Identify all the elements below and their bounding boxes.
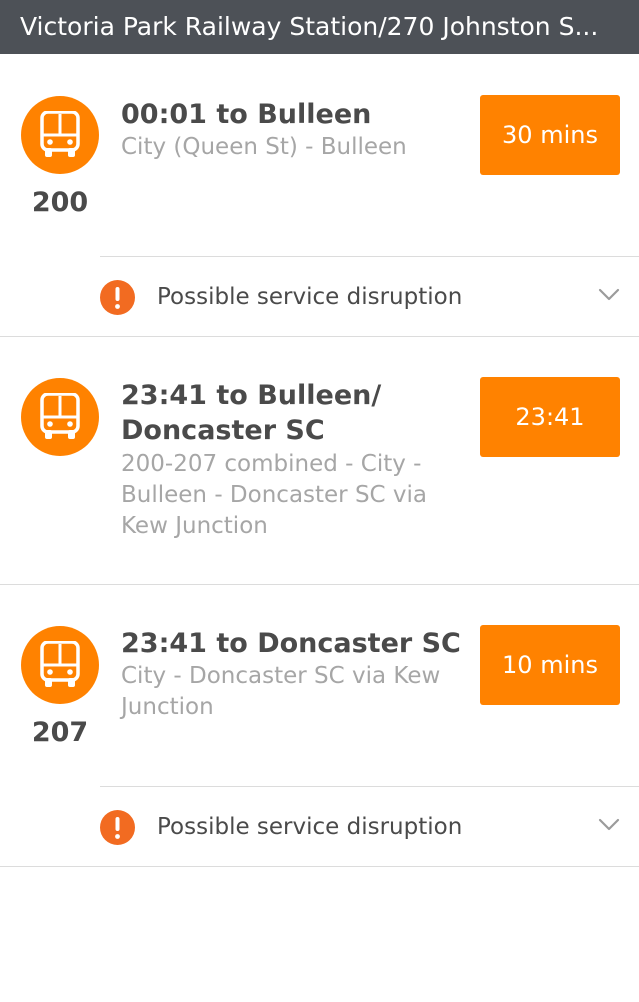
departure-route-description: City (Queen St) - Bulleen [121, 134, 407, 160]
bus-icon [21, 626, 99, 704]
departure-title: 23:41 to Bulleen/ Doncaster SC [121, 380, 382, 446]
disruption-label: Possible service disruption [157, 284, 463, 310]
departure-title: 23:41 to Doncaster SC [121, 628, 461, 659]
departure-time-button[interactable]: 30 mins [480, 95, 620, 175]
exclamation-icon [100, 810, 135, 845]
exclamation-icon [100, 280, 135, 315]
chevron-down-icon[interactable] [598, 818, 620, 832]
disruption-label: Possible service disruption [157, 814, 463, 840]
bus-icon [21, 96, 99, 174]
departure-route-description: 200-207 combined - City - Bulleen - Donc… [121, 451, 428, 539]
departure-route-description: City - Doncaster SC via Kew Junction [121, 663, 441, 720]
route-number: 200 [31, 187, 89, 218]
stop-title-bar: Victoria Park Railway Station/270 Johnst… [0, 0, 639, 54]
departure-time-button[interactable]: 23:41 [480, 377, 620, 457]
departure-item[interactable]: 207 23:41 to Doncaster SC City - Doncast… [0, 585, 639, 867]
route-number: 207 [31, 717, 89, 748]
disruption-row[interactable]: Possible service disruption [100, 786, 639, 867]
stop-title: Victoria Park Railway Station/270 Johnst… [20, 12, 599, 41]
bus-icon [21, 378, 99, 456]
chevron-down-icon[interactable] [598, 288, 620, 302]
departure-time-button[interactable]: 10 mins [480, 625, 620, 705]
departure-title: 00:01 to Bulleen [121, 99, 372, 130]
departure-item[interactable]: 200 00:01 to Bulleen City (Queen St) - B… [0, 55, 639, 337]
disruption-row[interactable]: Possible service disruption [100, 256, 639, 337]
departure-item[interactable]: 23:41 to Bulleen/ Doncaster SC 200-207 c… [0, 337, 639, 585]
